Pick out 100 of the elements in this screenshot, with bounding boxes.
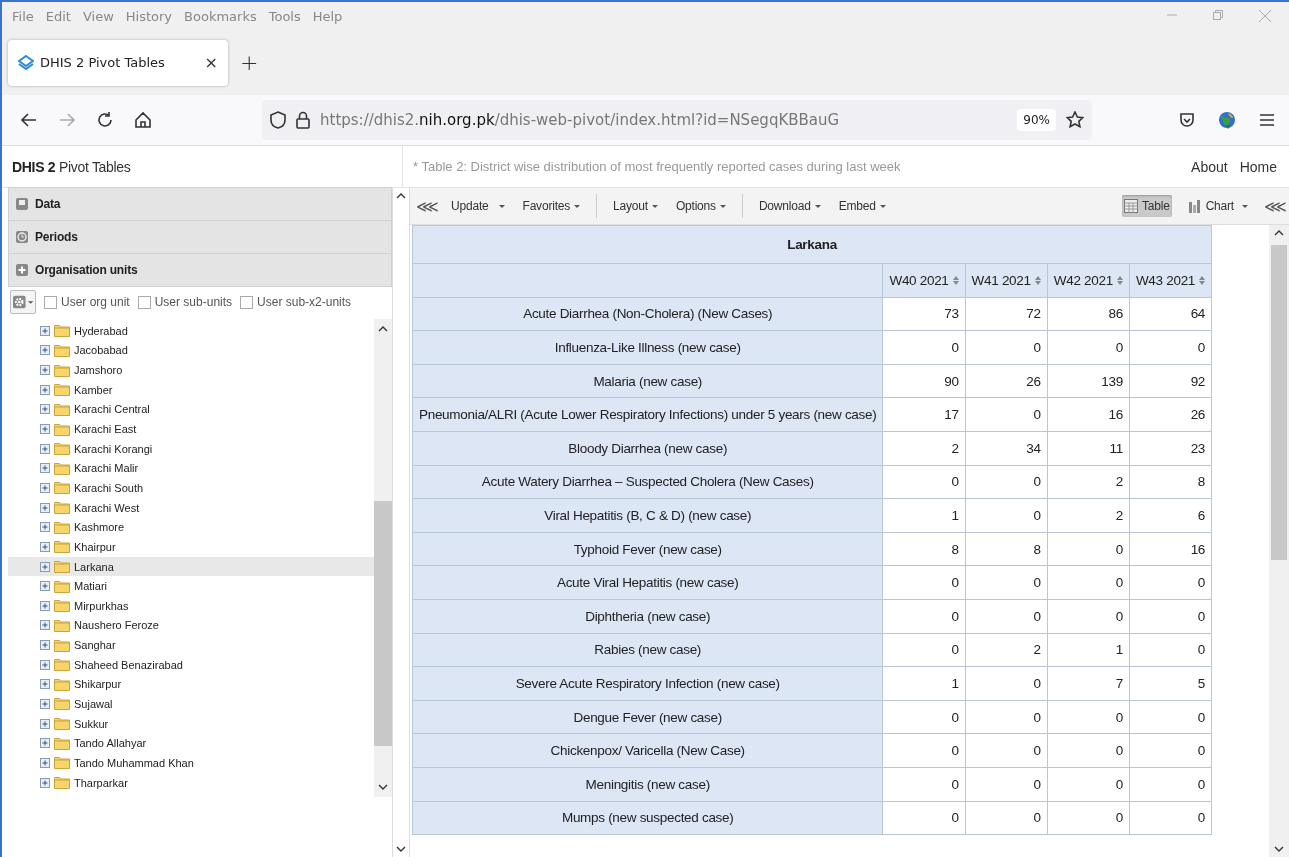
expand-button[interactable]: ⋘ <box>1264 196 1283 216</box>
tree-item[interactable]: Karachi Malir <box>8 458 374 479</box>
scroll-up-icon[interactable] <box>396 192 406 200</box>
column-header[interactable]: W42 2021 <box>1047 263 1130 298</box>
column-header[interactable]: W40 2021 <box>882 263 966 298</box>
table-cell: 0 <box>965 666 1048 701</box>
tree-item[interactable]: Shikarpur <box>8 674 374 695</box>
tree-item[interactable]: Sanghar <box>8 635 374 655</box>
tree-item[interactable]: Karachi South <box>8 478 374 498</box>
plus-icon <box>15 263 29 277</box>
home-icon[interactable] <box>134 111 152 129</box>
expand-icon[interactable] <box>40 365 50 376</box>
globe-icon[interactable] <box>1217 110 1237 130</box>
table-cell: 5 <box>1129 666 1212 701</box>
scroll-down-icon[interactable] <box>396 845 406 853</box>
table-cell: 7 <box>1047 666 1130 701</box>
tree-item[interactable]: Kamber <box>8 379 374 400</box>
expand-icon[interactable] <box>40 463 50 474</box>
expand-icon[interactable] <box>40 581 50 592</box>
expand-icon[interactable] <box>40 522 50 533</box>
checkbox[interactable] <box>240 295 254 309</box>
scroll-up-icon[interactable] <box>378 325 388 333</box>
tree-item[interactable]: Karachi West <box>8 497 374 518</box>
expand-icon[interactable] <box>40 404 50 415</box>
caret-icon <box>1242 204 1248 208</box>
back-icon[interactable] <box>20 111 38 129</box>
browser-tab[interactable]: DHIS 2 Pivot Tables × <box>8 39 228 86</box>
scroll-down-icon[interactable] <box>378 783 388 791</box>
nav-link[interactable]: Home <box>1239 158 1277 175</box>
expand-icon[interactable] <box>40 502 50 513</box>
expand-icon[interactable] <box>40 718 50 729</box>
expand-icon[interactable] <box>40 659 50 670</box>
tree-item[interactable]: Tando Allahyar <box>8 733 374 754</box>
tree-item[interactable]: Shaheed Benazirabad <box>8 654 374 675</box>
tree-item[interactable]: Jamshoro <box>8 360 374 380</box>
expand-icon[interactable] <box>40 424 50 434</box>
tree-item[interactable]: Mirpurkhas <box>8 595 374 616</box>
column-header[interactable]: W43 2021 <box>1129 263 1212 298</box>
expand-icon[interactable] <box>40 325 50 336</box>
view-tab[interactable]: Chart <box>1185 195 1250 217</box>
tree-item[interactable]: Karachi Korangi <box>8 438 374 459</box>
tree-item[interactable]: Tharparkar <box>8 772 374 793</box>
pocket-icon[interactable] <box>1179 112 1195 128</box>
toolbar-button[interactable]: Favorites <box>520 195 583 217</box>
tree-item[interactable]: Larkana <box>8 556 374 577</box>
zoom-level-button[interactable]: 90% <box>1017 109 1056 131</box>
toolbar-button[interactable]: Embed <box>836 195 888 217</box>
tree-item[interactable]: Naushero Feroze <box>8 615 374 636</box>
expand-icon[interactable] <box>40 679 50 690</box>
tree-item[interactable]: Sujawal <box>8 694 374 714</box>
collapse-button[interactable]: ⋘ <box>416 196 435 216</box>
reload-icon[interactable] <box>96 111 114 129</box>
accordion-header[interactable]: Periods <box>8 220 392 254</box>
toolbar-button[interactable]: Options <box>673 195 728 217</box>
checkbox[interactable] <box>137 295 151 309</box>
tree-item[interactable]: Jacobabad <box>8 340 374 361</box>
expand-icon[interactable] <box>40 699 50 709</box>
tree-item[interactable]: Karachi Central <box>8 399 374 420</box>
tree-item[interactable]: Kashmore <box>8 517 374 538</box>
nav-link[interactable]: About <box>1191 158 1228 175</box>
expand-icon[interactable] <box>40 384 50 395</box>
tree-item[interactable]: Khairpur <box>8 537 374 557</box>
toolbar-button[interactable]: Update <box>449 195 507 217</box>
accordion-header[interactable]: Data <box>8 187 392 221</box>
expand-icon[interactable] <box>40 640 50 651</box>
menu-icon[interactable] <box>1259 113 1275 127</box>
expand-icon[interactable] <box>40 777 50 788</box>
settings-icon <box>13 295 26 309</box>
toolbar-button[interactable]: Layout <box>611 195 660 217</box>
report-title: * Table 2: District wise distribution of most frequently reported cases during last week <box>402 146 1192 187</box>
expand-icon[interactable] <box>40 757 50 768</box>
scrollbar-thumb[interactable] <box>1271 245 1287 560</box>
scroll-down-icon[interactable] <box>1274 845 1284 853</box>
toolbar-button[interactable]: Download <box>756 195 823 217</box>
tree-item[interactable]: Karachi East <box>8 419 374 439</box>
accordion-header[interactable]: Organisation units <box>8 253 392 287</box>
tree-item[interactable]: Matiari <box>8 576 374 596</box>
expand-icon[interactable] <box>40 541 50 552</box>
expand-icon[interactable] <box>40 738 50 749</box>
tree-item[interactable]: Tando Muhammad Khan <box>8 753 374 773</box>
checkbox[interactable] <box>44 295 57 309</box>
expand-icon[interactable] <box>40 600 50 611</box>
tree-item[interactable]: Hyderabad <box>8 321 374 341</box>
scrollbar-thumb[interactable] <box>374 501 392 746</box>
address-bar[interactable]: https://dhis2.nih.org.pk/dhis-web-pivot/index.html?id=NSegqKBBauG 90% <box>262 100 1092 140</box>
table-cell: 0 <box>1047 599 1130 634</box>
scroll-up-icon[interactable] <box>1274 229 1284 237</box>
new-tab-button[interactable]: + <box>240 50 259 75</box>
expand-icon[interactable] <box>40 345 50 356</box>
tab-close-button[interactable]: × <box>204 53 218 72</box>
tree-item[interactable]: Sukkur <box>8 713 374 734</box>
checkbox-label: User sub-units <box>154 295 233 309</box>
expand-icon[interactable] <box>40 561 50 572</box>
expand-icon[interactable] <box>40 443 50 454</box>
view-tab[interactable]: Table <box>1121 195 1172 217</box>
settings-button[interactable] <box>10 290 36 314</box>
column-header[interactable]: W41 2021 <box>965 263 1048 298</box>
star-icon[interactable] <box>1066 111 1084 129</box>
expand-icon[interactable] <box>40 482 50 493</box>
expand-icon[interactable] <box>40 620 50 631</box>
